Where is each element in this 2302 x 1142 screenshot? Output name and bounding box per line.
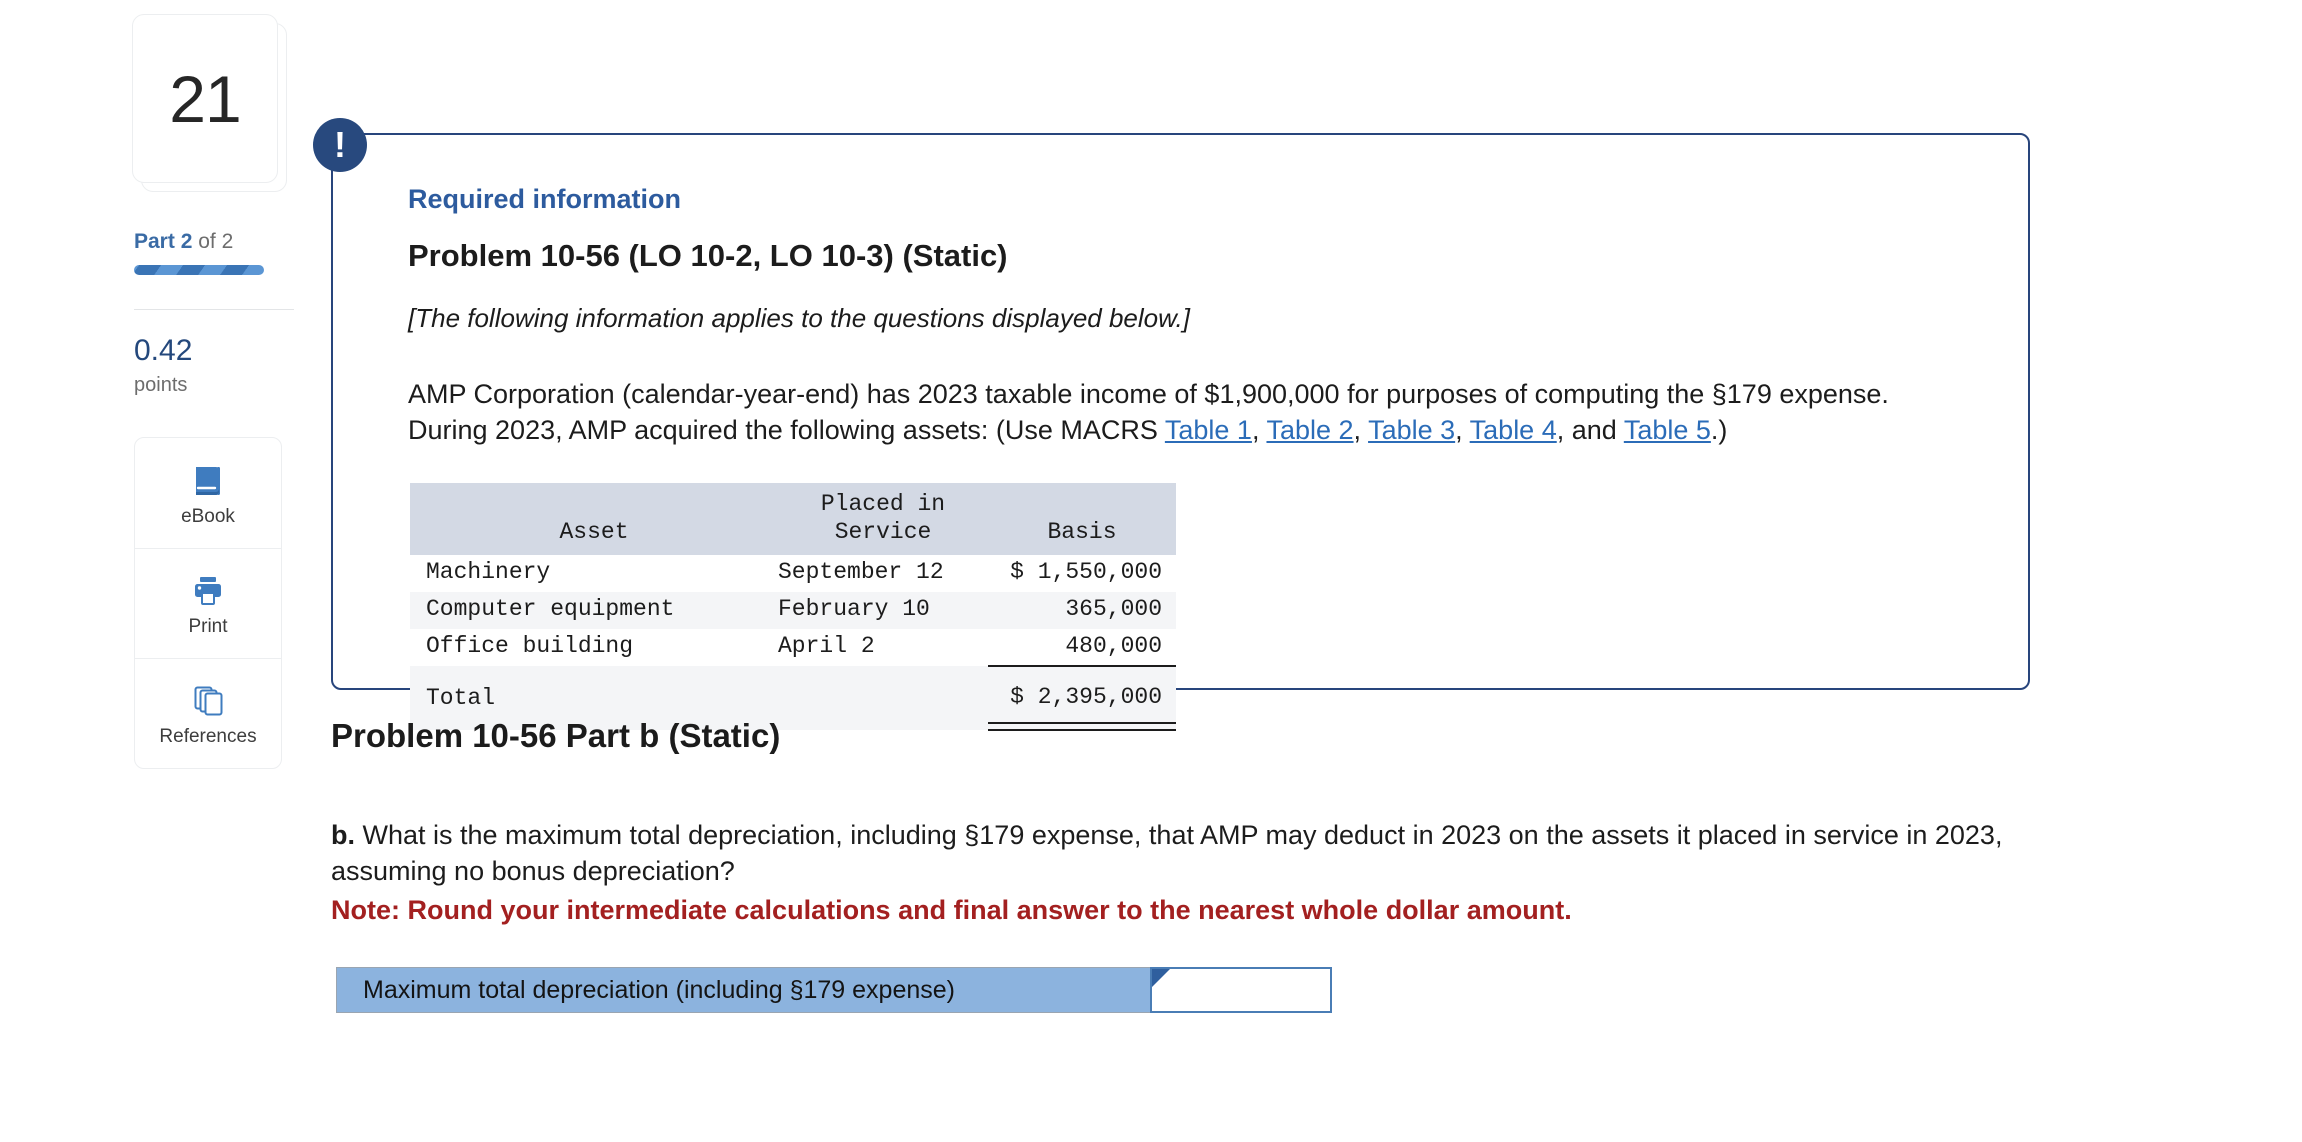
table-row: Office building April 2 480,000 (410, 628, 1176, 667)
cell-asset: Machinery (410, 554, 778, 592)
table-row: Computer equipment February 10 365,000 (410, 591, 1176, 629)
sidebar-divider (134, 309, 294, 310)
link-separator-2: , (1353, 415, 1369, 445)
part-prefix-label: Part (134, 230, 175, 253)
question-number: 21 (169, 61, 241, 136)
asset-basis-table: Asset Placed in Service Basis Machinery … (410, 482, 1176, 732)
cell-basis: 480,000 (988, 628, 1176, 667)
header-basis-label: Basis (1047, 518, 1117, 545)
macrs-table-5-link[interactable]: Table 5 (1624, 415, 1711, 445)
problem-body-paragraph: AMP Corporation (calendar-year-end) has … (408, 377, 1938, 448)
sidebar-tool-group: eBook Print References (134, 437, 282, 769)
rounding-note: Note: Round your intermediate calculatio… (331, 894, 1572, 925)
sidebar-item-print[interactable]: Print (135, 548, 281, 658)
references-icon (188, 681, 228, 721)
macrs-table-4-link[interactable]: Table 4 (1470, 415, 1557, 445)
ebook-icon (188, 461, 228, 501)
sidebar-item-label-print: Print (188, 616, 228, 637)
macrs-table-3-link[interactable]: Table 3 (1368, 415, 1455, 445)
basis-rule-cell (988, 665, 1176, 676)
part-current-number: 2 (180, 230, 193, 253)
header-basis: Basis (988, 482, 1176, 555)
cell-total-service (778, 675, 988, 724)
required-information-kicker: Required information (408, 184, 682, 214)
table-header-row: Asset Placed in Service Basis (410, 482, 1176, 555)
problem-title: Problem 10-56 (LO 10-2, LO 10-3) (Static… (408, 238, 1008, 274)
required-information-badge: ! (313, 118, 367, 172)
header-asset: Asset (410, 482, 778, 555)
header-placed-line1: Placed in (820, 490, 946, 517)
question-sidebar: 21 Part 2 of 2 0.42 points eBook Print R… (132, 14, 298, 769)
cell-service: September 12 (778, 554, 988, 592)
spacer-cell (410, 666, 778, 676)
sidebar-item-label-references: References (159, 726, 257, 747)
question-marker: b. (331, 820, 355, 850)
cell-service: February 10 (778, 591, 988, 629)
points-label: points (134, 374, 188, 396)
sidebar-item-references[interactable]: References (135, 658, 281, 768)
macrs-table-1-link[interactable]: Table 1 (1165, 415, 1252, 445)
cell-basis: 365,000 (988, 591, 1176, 629)
link-separator-3: , (1455, 415, 1470, 445)
body-end-text: .) (1710, 415, 1728, 445)
sidebar-item-ebook[interactable]: eBook (135, 438, 281, 548)
spacer-cell (778, 723, 988, 731)
part-b-title: Problem 10-56 Part b (Static) (331, 717, 781, 754)
part-indicator: Part 2 of 2 (132, 230, 298, 254)
applies-note: [The following information applies to th… (408, 302, 1190, 333)
basis-subtotal-rule-row (410, 665, 1176, 676)
part-b-question: b. What is the maximum total depreciatio… (331, 818, 2021, 929)
question-number-card-stack: 21 (132, 14, 287, 192)
part-total-number: 2 (221, 230, 234, 253)
required-information-card: Required information Problem 10-56 (LO 1… (331, 133, 2030, 732)
answer-row: Maximum total depreciation (including §1… (336, 967, 1332, 1013)
header-asset-label: Asset (559, 518, 629, 545)
cell-asset: Computer equipment (410, 591, 778, 629)
question-text: What is the maximum total depreciation, … (331, 820, 2003, 886)
points-value: 0.42 (134, 334, 193, 367)
macrs-table-2-link[interactable]: Table 2 (1266, 415, 1353, 445)
part-of-label: of (198, 230, 216, 253)
table-row: Machinery September 12 $ 1,550,000 (410, 554, 1176, 592)
question-number-card: 21 (132, 14, 278, 183)
sidebar-item-label-ebook: eBook (181, 505, 235, 527)
cell-basis: $ 1,550,000 (988, 554, 1176, 592)
answer-input-container (1150, 967, 1332, 1013)
answer-label: Maximum total depreciation (including §1… (336, 967, 1150, 1013)
link-separator-1: , (1251, 415, 1267, 445)
header-placed-in-service: Placed in Service (778, 482, 988, 555)
cell-total-basis: $ 2,395,000 (988, 675, 1176, 724)
cell-service: April 2 (778, 628, 988, 667)
basis-double-rule-cell (988, 722, 1176, 732)
part-progress-bar (134, 265, 264, 275)
link-separator-4: , and (1556, 415, 1624, 445)
printer-icon (188, 571, 228, 611)
spacer-cell (778, 666, 988, 676)
header-placed-line2: Service (834, 518, 932, 545)
cell-asset: Office building (410, 628, 778, 667)
exclamation-icon: ! (334, 124, 346, 165)
page-root: 21 Part 2 of 2 0.42 points eBook Print R… (0, 0, 2302, 1142)
answer-input[interactable] (1152, 969, 1330, 1011)
